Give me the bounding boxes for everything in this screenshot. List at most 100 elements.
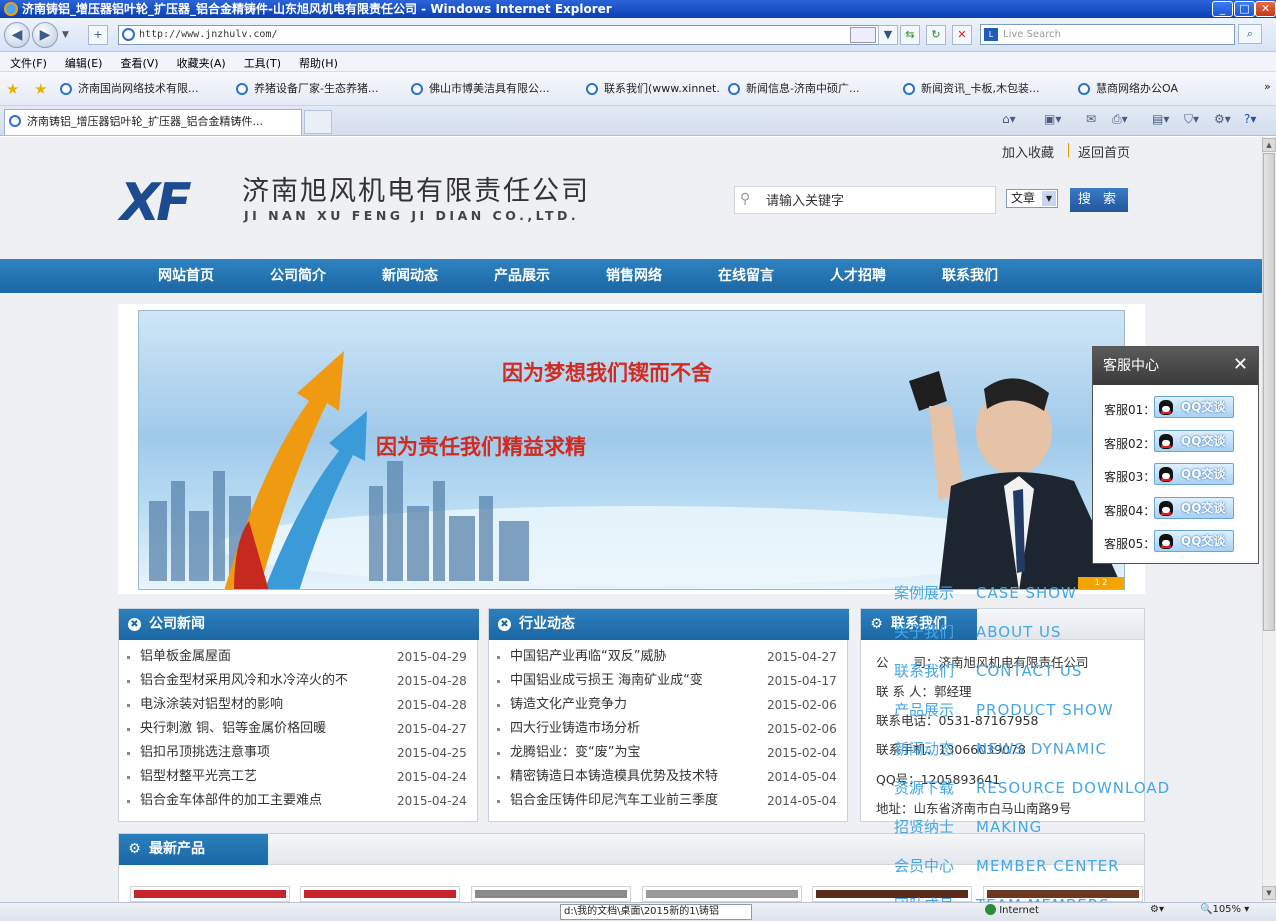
favorite-link[interactable]: 慧商网络办公OA bbox=[1078, 80, 1198, 98]
scroll-down-icon[interactable]: ▼ bbox=[1262, 886, 1276, 900]
menu-help[interactable]: 帮助(H) bbox=[289, 52, 346, 71]
news-title[interactable]: 铝合金压铸件印尼汽车工业前三季度 bbox=[510, 789, 740, 813]
history-dropdown-icon[interactable]: ▼ bbox=[62, 30, 69, 40]
favorite-link[interactable]: 养猪设备厂家-生态养猪... bbox=[236, 80, 400, 98]
news-title[interactable]: 精密铸造日本铸造模具优势及技术特 bbox=[510, 765, 740, 789]
live-search-input[interactable]: Live Search bbox=[980, 24, 1235, 45]
forward-button[interactable]: ▶ bbox=[32, 22, 58, 48]
favorites-overflow-icon[interactable]: » bbox=[1264, 80, 1271, 93]
close-icon[interactable]: ✕ bbox=[1233, 356, 1248, 374]
news-item[interactable]: 铝合金压铸件印尼汽车工业前三季度 2014-05-04 bbox=[489, 789, 847, 813]
news-item[interactable]: 铸造文化产业竞争力 2015-02-06 bbox=[489, 693, 847, 717]
address-input[interactable]: http://www.jnzhulv.com/ bbox=[118, 25, 896, 45]
search-button[interactable]: 搜 索 bbox=[1070, 188, 1128, 212]
nav-about[interactable]: 公司简介 bbox=[270, 259, 326, 293]
qq-chat-button[interactable]: QQ交谈 bbox=[1154, 463, 1234, 485]
news-title[interactable]: 铝合金型材采用风冷和水冷淬火的不 bbox=[140, 669, 370, 693]
news-title[interactable]: 铝合金车体部件的加工主要难点 bbox=[140, 789, 370, 813]
print-icon[interactable]: ⎙▾ bbox=[1112, 112, 1128, 130]
close-window-button[interactable]: ✕ bbox=[1255, 1, 1276, 17]
add-favorite-icon[interactable]: + bbox=[88, 25, 108, 45]
news-title[interactable]: 铝扣吊顶挑选注意事项 bbox=[140, 741, 370, 765]
compatibility-icon[interactable] bbox=[850, 27, 876, 43]
news-item[interactable]: 铝合金车体部件的加工主要难点 2015-04-24 bbox=[119, 789, 477, 813]
news-title[interactable]: 中国铝业成亏损王 海南矿业成“变 bbox=[510, 669, 740, 693]
home-link[interactable]: 返回首页 bbox=[1078, 142, 1130, 161]
float-menu-item[interactable]: 联系我们 CONTACT US bbox=[894, 660, 1082, 681]
nav-news[interactable]: 新闻动态 bbox=[382, 259, 438, 293]
menu-file[interactable]: 文件(F) bbox=[0, 52, 55, 71]
product-thumbnail[interactable] bbox=[130, 886, 290, 902]
float-menu-item[interactable]: 会员中心 MEMBER CENTER bbox=[894, 855, 1120, 876]
nav-jobs[interactable]: 人才招聘 bbox=[830, 259, 886, 293]
zoom-level[interactable]: 🔍105% ▾ bbox=[1200, 904, 1249, 915]
menu-tools[interactable]: 工具(T) bbox=[234, 52, 289, 71]
news-title[interactable]: 铝型材整平光亮工艺 bbox=[140, 765, 370, 789]
back-button[interactable]: ◀ bbox=[4, 22, 30, 48]
home-icon[interactable]: ⌂▾ bbox=[1002, 112, 1016, 130]
add-favorites-bar-icon[interactable]: ★ bbox=[34, 80, 47, 98]
scroll-up-icon[interactable]: ▲ bbox=[1262, 138, 1276, 152]
news-title[interactable]: 龙腾铝业：变“废”为宝 bbox=[510, 741, 740, 765]
news-item[interactable]: 四大行业铸造市场分析 2015-02-06 bbox=[489, 717, 847, 741]
news-title[interactable]: 铝单板金属屋面 bbox=[140, 645, 370, 669]
page-menu-icon[interactable]: ▤▾ bbox=[1152, 112, 1169, 130]
favorites-star-icon[interactable]: ★ bbox=[6, 80, 19, 98]
new-tab-button[interactable] bbox=[304, 110, 332, 134]
scroll-thumb[interactable] bbox=[1263, 153, 1275, 631]
protected-mode-icon[interactable]: ⚙▾ bbox=[1150, 904, 1164, 915]
menu-favorites[interactable]: 收藏夹(A) bbox=[167, 52, 234, 71]
news-item[interactable]: 铝单板金属屋面 2015-04-29 bbox=[119, 645, 477, 669]
news-title[interactable]: 央行刺激 铜、铝等金属价格回暖 bbox=[140, 717, 370, 741]
nav-products[interactable]: 产品展示 bbox=[494, 259, 550, 293]
qq-chat-button[interactable]: QQ交谈 bbox=[1154, 496, 1234, 519]
refresh-icon[interactable]: ↻ bbox=[926, 25, 946, 45]
qq-chat-button[interactable]: QQ交谈 bbox=[1154, 429, 1234, 452]
news-item[interactable]: 铝扣吊顶挑选注意事项 2015-04-25 bbox=[119, 741, 477, 765]
news-item[interactable]: 中国铝业成亏损王 海南矿业成“变 2015-04-17 bbox=[489, 669, 847, 693]
nav-sales[interactable]: 销售网络 bbox=[606, 259, 662, 293]
help-icon[interactable]: ?▾ bbox=[1244, 112, 1256, 130]
news-title[interactable]: 中国铝产业再临“双反”威胁 bbox=[510, 645, 740, 669]
add-favorite-link[interactable]: 加入收藏 bbox=[1002, 142, 1054, 161]
news-title[interactable]: 四大行业铸造市场分析 bbox=[510, 717, 740, 741]
news-item[interactable]: 龙腾铝业：变“废”为宝 2015-02-04 bbox=[489, 741, 847, 765]
site-search-input[interactable] bbox=[766, 188, 992, 210]
banner-pager[interactable]: 1 2 bbox=[1078, 577, 1124, 589]
tab-current[interactable]: 济南铸铝_增压器铝叶轮_扩压器_铝合金精铸件... bbox=[4, 109, 302, 135]
news-title[interactable]: 电泳涂装对铝型材的影响 bbox=[140, 693, 370, 717]
rss-go-icon[interactable]: ⇆ bbox=[900, 25, 920, 45]
menu-view[interactable]: 查看(V) bbox=[110, 52, 166, 71]
product-thumbnail[interactable] bbox=[471, 886, 631, 902]
favorite-link[interactable]: 新闻资讯_卡板,木包装... bbox=[903, 80, 1067, 98]
maximize-button[interactable]: □ bbox=[1234, 1, 1255, 17]
news-item[interactable]: 铝合金型材采用风冷和水冷淬火的不 2015-04-28 bbox=[119, 669, 477, 693]
product-thumbnail[interactable] bbox=[642, 886, 802, 902]
search-type-select[interactable]: 文章 ▼ bbox=[1006, 189, 1058, 208]
float-menu-item[interactable]: 招贤纳士 MAKING bbox=[894, 816, 1042, 837]
qq-chat-button[interactable]: QQ交谈 bbox=[1154, 396, 1234, 418]
product-thumbnail[interactable] bbox=[300, 886, 460, 902]
favorite-link[interactable]: 佛山市博美洁具有限公... bbox=[411, 80, 575, 98]
float-menu-item[interactable]: 产品展示 PRODUCT SHOW bbox=[894, 699, 1114, 720]
nav-contact[interactable]: 联系我们 bbox=[942, 259, 998, 293]
float-menu-item[interactable]: 关于我们 ABOUT US bbox=[894, 621, 1062, 642]
mail-icon[interactable]: ✉ bbox=[1086, 112, 1096, 130]
safety-icon[interactable]: ⛉▾ bbox=[1184, 112, 1199, 130]
news-item[interactable]: 铝型材整平光亮工艺 2015-04-24 bbox=[119, 765, 477, 789]
tools-gear-icon[interactable]: ⚙▾ bbox=[1214, 112, 1231, 130]
news-item[interactable]: 电泳涂装对铝型材的影响 2015-04-28 bbox=[119, 693, 477, 717]
search-go-icon[interactable]: ⌕ bbox=[1238, 24, 1262, 44]
feeds-icon[interactable]: ▣▾ bbox=[1044, 112, 1061, 130]
favorite-link[interactable]: 济南国尚网络技术有限... bbox=[60, 80, 224, 98]
stop-icon[interactable]: ✕ bbox=[952, 25, 972, 45]
float-menu-item[interactable]: 资源下载 RESOURCE DOWNLOAD bbox=[894, 777, 1170, 798]
nav-message[interactable]: 在线留言 bbox=[718, 259, 774, 293]
banner-image[interactable] bbox=[138, 310, 1125, 590]
float-menu-item[interactable]: 新闻动态 NEWS DYNAMIC bbox=[894, 738, 1107, 759]
news-item[interactable]: 央行刺激 铜、铝等金属价格回暖 2015-04-27 bbox=[119, 717, 477, 741]
news-item[interactable]: 精密铸造日本铸造模具优势及技术特 2014-05-04 bbox=[489, 765, 847, 789]
favorite-link[interactable]: 联系我们(www.xinnet... bbox=[586, 80, 720, 98]
menu-edit[interactable]: 编辑(E) bbox=[55, 52, 111, 71]
qq-chat-button[interactable]: QQ交谈 bbox=[1154, 530, 1234, 552]
